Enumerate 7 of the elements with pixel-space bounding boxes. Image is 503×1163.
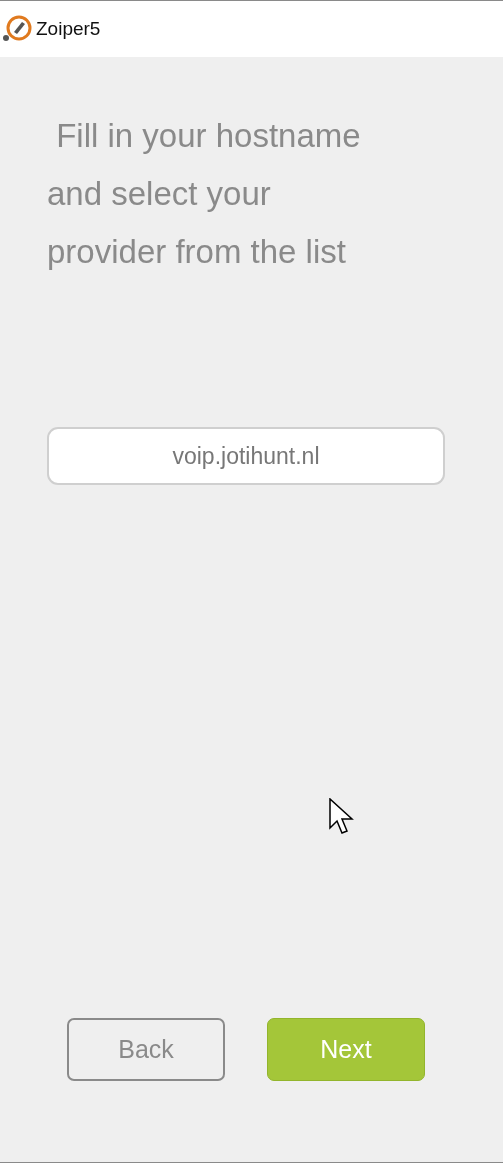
hostname-field[interactable]: voip.jotihunt.nl [47,427,445,485]
app-logo-icon [2,14,32,44]
window-title: Zoiper5 [36,18,101,40]
heading: Fill in your hostname and select your provider from the list [47,116,362,272]
next-button[interactable]: Next [267,1018,425,1081]
back-button[interactable]: Back [67,1018,225,1081]
mouse-cursor-icon [329,798,355,836]
